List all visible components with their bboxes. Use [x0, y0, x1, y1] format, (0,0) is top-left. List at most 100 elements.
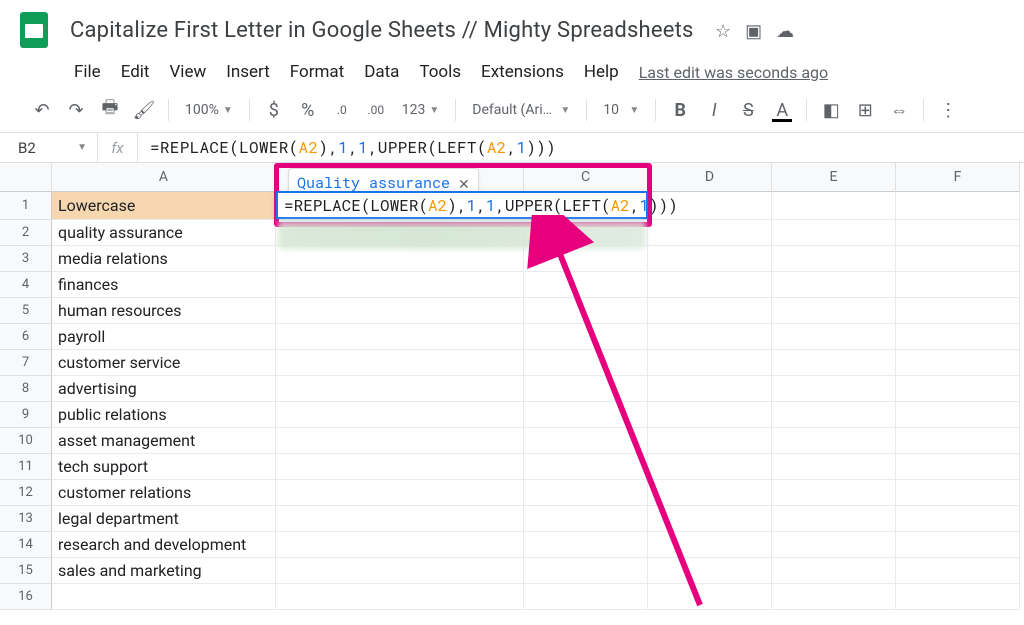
more-button[interactable]: ⋮ — [934, 96, 962, 124]
row-header[interactable]: 2 — [0, 220, 52, 246]
last-edit-link[interactable]: Last edit was seconds ago — [639, 63, 828, 82]
row-header[interactable]: 13 — [0, 506, 52, 532]
row-header[interactable]: 11 — [0, 454, 52, 480]
row-header[interactable]: 14 — [0, 532, 52, 558]
sheets-logo[interactable] — [12, 8, 56, 52]
close-icon[interactable]: ✕ — [458, 174, 470, 193]
row-header[interactable]: 3 — [0, 246, 52, 272]
cell-E4[interactable] — [772, 272, 896, 298]
menu-help[interactable]: Help — [576, 58, 627, 86]
cell-F16[interactable] — [896, 584, 1020, 610]
cell-E13[interactable] — [772, 506, 896, 532]
col-header-C[interactable]: C — [524, 163, 648, 192]
cell-D6[interactable] — [648, 324, 772, 350]
increase-decimal-button[interactable]: .00 — [362, 96, 390, 124]
col-header-E[interactable]: E — [772, 163, 896, 192]
paint-format-button[interactable]: 🖌 — [130, 96, 158, 124]
cell-A6[interactable]: payroll — [52, 324, 276, 350]
star-icon[interactable]: ☆ — [715, 21, 731, 42]
cell-E1[interactable] — [772, 192, 896, 220]
cell-A15[interactable]: sales and marketing — [52, 558, 276, 584]
select-all-corner[interactable] — [0, 163, 52, 192]
cell-C13[interactable] — [524, 506, 648, 532]
cell-D3[interactable] — [648, 246, 772, 272]
row-header[interactable]: 10 — [0, 428, 52, 454]
cell-C8[interactable] — [524, 376, 648, 402]
borders-button[interactable]: ⊞ — [851, 96, 879, 124]
cell-E14[interactable] — [772, 532, 896, 558]
row-header[interactable]: 5 — [0, 298, 52, 324]
menu-data[interactable]: Data — [356, 58, 407, 86]
cell-C15[interactable] — [524, 558, 648, 584]
cell-A12[interactable]: customer relations — [52, 480, 276, 506]
row-header[interactable]: 9 — [0, 402, 52, 428]
cell-B16[interactable] — [276, 584, 524, 610]
cell-D11[interactable] — [648, 454, 772, 480]
menu-tools[interactable]: Tools — [411, 58, 469, 86]
cell-A11[interactable]: tech support — [52, 454, 276, 480]
text-color-button[interactable]: A — [768, 96, 796, 124]
cell-A10[interactable]: asset management — [52, 428, 276, 454]
cell-F1[interactable] — [896, 192, 1020, 220]
cell-F5[interactable] — [896, 298, 1020, 324]
cell-C3[interactable] — [524, 246, 648, 272]
cell-B14[interactable] — [276, 532, 524, 558]
cell-C9[interactable] — [524, 402, 648, 428]
cell-E9[interactable] — [772, 402, 896, 428]
doc-title[interactable]: Capitalize First Letter in Google Sheets… — [66, 16, 698, 45]
fill-color-button[interactable]: ◧ — [817, 96, 845, 124]
cell-C12[interactable] — [524, 480, 648, 506]
cell-F8[interactable] — [896, 376, 1020, 402]
cell-D16[interactable] — [648, 584, 772, 610]
cell-D2[interactable] — [648, 220, 772, 246]
font-size-select[interactable]: 10▼ — [597, 96, 645, 124]
cell-B12[interactable] — [276, 480, 524, 506]
cell-F11[interactable] — [896, 454, 1020, 480]
cloud-icon[interactable]: ☁ — [776, 21, 794, 42]
cell-F4[interactable] — [896, 272, 1020, 298]
cell-A4[interactable]: finances — [52, 272, 276, 298]
zoom-select[interactable]: 100%▼ — [179, 96, 239, 124]
cell-E5[interactable] — [772, 298, 896, 324]
menu-edit[interactable]: Edit — [113, 58, 158, 86]
cell-A9[interactable]: public relations — [52, 402, 276, 428]
cell-A5[interactable]: human resources — [52, 298, 276, 324]
cell-E7[interactable] — [772, 350, 896, 376]
cell-F12[interactable] — [896, 480, 1020, 506]
cell-A14[interactable]: research and development — [52, 532, 276, 558]
formula-input[interactable]: =REPLACE(LOWER(A2),1,1,UPPER(LEFT(A2,1))… — [138, 133, 1024, 162]
cell-E2[interactable] — [772, 220, 896, 246]
cell-E16[interactable] — [772, 584, 896, 610]
row-header[interactable]: 6 — [0, 324, 52, 350]
font-family-select[interactable]: Default (Ari…▼ — [466, 96, 576, 124]
cell-C11[interactable] — [524, 454, 648, 480]
cell-D5[interactable] — [648, 298, 772, 324]
bold-button[interactable]: B — [666, 96, 694, 124]
move-icon[interactable]: ▣ — [745, 21, 762, 42]
percent-button[interactable]: % — [294, 96, 322, 124]
cell-B13[interactable] — [276, 506, 524, 532]
row-header[interactable]: 12 — [0, 480, 52, 506]
cell-F9[interactable] — [896, 402, 1020, 428]
menu-insert[interactable]: Insert — [218, 58, 278, 86]
print-button[interactable]: 🖶 — [96, 96, 124, 124]
cell-A16[interactable] — [52, 584, 276, 610]
cell-E3[interactable] — [772, 246, 896, 272]
row-header[interactable]: 16 — [0, 584, 52, 610]
cell-C14[interactable] — [524, 532, 648, 558]
row-header[interactable]: 8 — [0, 376, 52, 402]
col-header-A[interactable]: A — [52, 163, 276, 192]
cell-B4[interactable] — [276, 272, 524, 298]
cell-D8[interactable] — [648, 376, 772, 402]
cell-A3[interactable]: media relations — [52, 246, 276, 272]
cell-C10[interactable] — [524, 428, 648, 454]
cell-E12[interactable] — [772, 480, 896, 506]
cell-A2[interactable]: quality assurance — [52, 220, 276, 246]
cell-C4[interactable] — [524, 272, 648, 298]
cell-F2[interactable] — [896, 220, 1020, 246]
cell-D4[interactable] — [648, 272, 772, 298]
cell-F14[interactable] — [896, 532, 1020, 558]
cell-B10[interactable] — [276, 428, 524, 454]
cell-D10[interactable] — [648, 428, 772, 454]
cell-D9[interactable] — [648, 402, 772, 428]
